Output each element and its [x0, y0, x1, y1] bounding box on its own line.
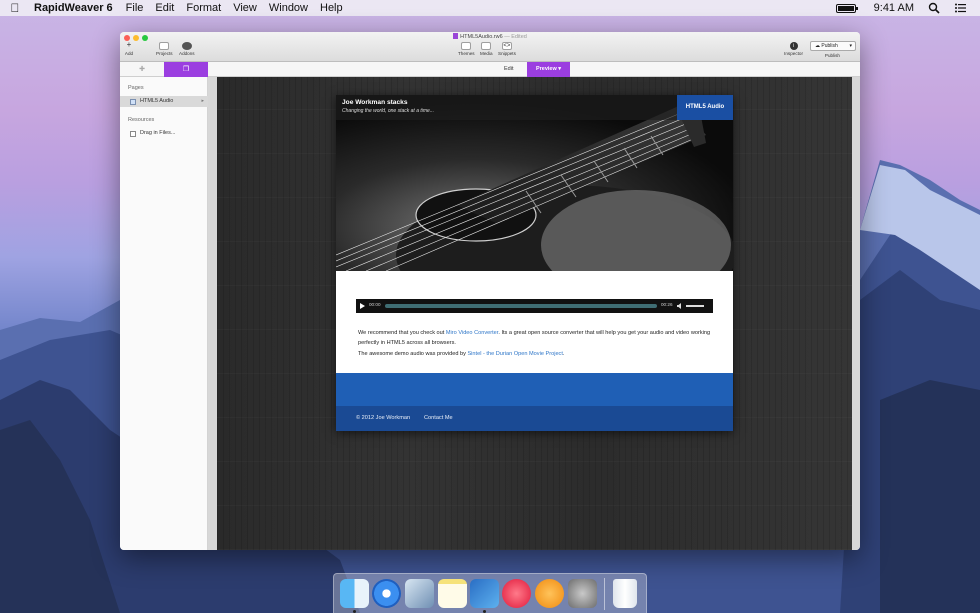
- seek-bar[interactable]: [385, 304, 657, 308]
- sintel-link[interactable]: Sintel - the Durian Open Movie Project: [467, 351, 562, 357]
- file-icon: [130, 131, 136, 137]
- play-icon[interactable]: [360, 303, 365, 309]
- menu-edit[interactable]: Edit: [149, 2, 180, 14]
- sidebar-item-drag-in-files[interactable]: Drag in Files...: [120, 128, 208, 139]
- addons-button[interactable]: Addons: [179, 42, 195, 56]
- pages-header: Pages: [128, 85, 144, 91]
- tab-tools[interactable]: ✚: [120, 62, 164, 77]
- site-header: Joe Workman stacks Changing the world, o…: [336, 95, 733, 120]
- tab-edit[interactable]: Edit: [504, 62, 513, 77]
- safari-icon[interactable]: [372, 579, 401, 608]
- dock-separator: [604, 578, 605, 610]
- resources-header: Resources: [128, 117, 155, 123]
- trash-icon[interactable]: [613, 579, 637, 608]
- site-tagline: Changing the world, one stack at a time.…: [342, 108, 434, 114]
- menu-file[interactable]: File: [120, 2, 150, 14]
- body-paragraph-2: The awesome demo audio was provided by S…: [358, 351, 565, 357]
- xcode-icon[interactable]: [470, 579, 499, 608]
- projects-icon: [159, 42, 170, 50]
- site-title[interactable]: Joe Workman stacks: [342, 99, 407, 106]
- chevron-down-icon: ▾: [558, 66, 562, 72]
- volume-slider[interactable]: [686, 305, 704, 307]
- finder-icon[interactable]: [340, 579, 369, 608]
- disclosure-arrow-icon[interactable]: ▸: [201, 96, 204, 107]
- wrench-icon: ✚: [139, 66, 145, 73]
- menu-help[interactable]: Help: [314, 2, 349, 14]
- itunes-icon[interactable]: [502, 579, 531, 608]
- page-icon: [130, 99, 136, 105]
- preview-canvas: Joe Workman stacks Changing the world, o…: [217, 77, 852, 550]
- menu-window[interactable]: Window: [263, 2, 314, 14]
- nav-html5-audio[interactable]: HTML5 Audio: [677, 95, 733, 120]
- preview-icon[interactable]: [405, 579, 434, 608]
- media-button[interactable]: Media: [480, 42, 493, 56]
- menu-format[interactable]: Format: [180, 2, 227, 14]
- plus-icon: +: [126, 40, 132, 49]
- rapidweaver-window: HTML5Audio.rw6 — Edited + Add Projects A…: [120, 32, 860, 550]
- info-icon: i: [789, 42, 798, 50]
- menu-bar:  RapidWeaver 6 File Edit Format View Wi…: [0, 0, 980, 16]
- snippets-button[interactable]: <> Snippets: [498, 42, 516, 56]
- document-title: HTML5Audio.rw6 — Edited: [120, 33, 860, 40]
- tab-bar: ✚ ❐ Edit Preview ▾: [120, 62, 860, 77]
- publish-label: Publish: [824, 53, 840, 58]
- tab-preview[interactable]: Preview ▾: [527, 62, 570, 77]
- spotlight-search-icon[interactable]: [928, 2, 940, 14]
- menu-view[interactable]: View: [227, 2, 263, 14]
- inspector-button[interactable]: i Inspector: [784, 42, 803, 56]
- snippets-icon: <>: [501, 42, 512, 50]
- menubar-clock[interactable]: 9:41 AM: [874, 2, 914, 14]
- document-icon: [453, 33, 459, 39]
- addons-icon: [181, 42, 192, 50]
- preview-scrollbar[interactable]: [852, 77, 860, 550]
- themes-icon: [461, 42, 472, 50]
- system-preferences-icon[interactable]: [568, 579, 597, 608]
- volume-icon[interactable]: [677, 303, 682, 309]
- sidebar-item-html5-audio[interactable]: HTML5 Audio ▸: [120, 96, 208, 107]
- window-toolbar: HTML5Audio.rw6 — Edited + Add Projects A…: [120, 32, 860, 62]
- guitar-image: [336, 95, 733, 271]
- notes-icon[interactable]: [438, 579, 467, 608]
- cloud-icon: ☁: [815, 43, 820, 49]
- publish-button[interactable]: ☁ Publish ▾: [810, 41, 856, 51]
- sidebar: Pages HTML5 Audio ▸ Resources Drag in Fi…: [120, 77, 208, 550]
- pages-icon: ❐: [182, 66, 190, 73]
- chevron-down-icon: ▾: [849, 43, 852, 49]
- site-footer: © 2012 Joe Workman Contact Me: [336, 406, 733, 431]
- contact-link[interactable]: Contact Me: [424, 415, 453, 421]
- notification-center-icon[interactable]: [954, 2, 966, 14]
- blue-band: [336, 373, 733, 406]
- hero-image: Joe Workman stacks Changing the world, o…: [336, 95, 733, 271]
- battery-icon[interactable]: [835, 3, 858, 13]
- ibooks-icon[interactable]: [535, 579, 564, 608]
- site-page: Joe Workman stacks Changing the world, o…: [336, 95, 733, 431]
- current-time: 00:00: [369, 302, 381, 307]
- projects-button[interactable]: Projects: [156, 42, 173, 56]
- miro-link[interactable]: Miro Video Converter: [446, 330, 498, 336]
- sidebar-divider[interactable]: [208, 77, 217, 550]
- dock: [333, 573, 647, 613]
- app-menu[interactable]: RapidWeaver 6: [30, 2, 120, 14]
- themes-button[interactable]: Themes: [458, 42, 475, 56]
- apple-menu-icon[interactable]: : [0, 1, 30, 15]
- add-button[interactable]: + Add: [124, 40, 134, 57]
- copyright: © 2012 Joe Workman: [356, 415, 411, 421]
- media-icon: [481, 42, 492, 50]
- tab-pages[interactable]: ❐: [164, 62, 208, 77]
- body-paragraph-1: We recommend that you check out Miro Vid…: [358, 330, 711, 346]
- duration: 00:26: [661, 302, 673, 307]
- audio-player: 00:00 00:26: [356, 299, 713, 313]
